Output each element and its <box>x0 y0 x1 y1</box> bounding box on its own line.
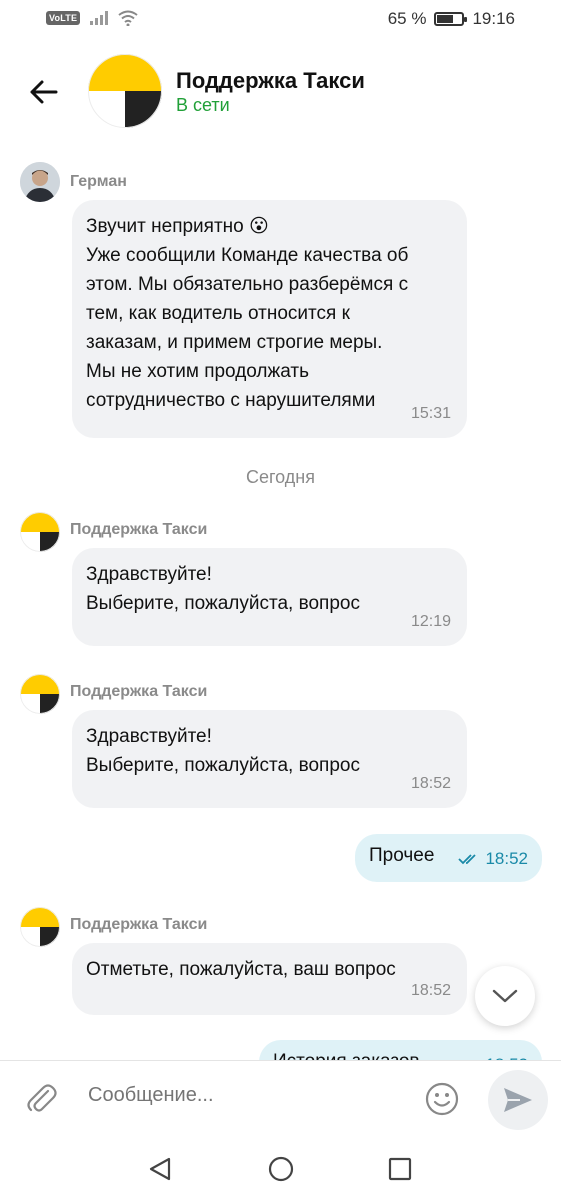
message-line: тем, как водитель относится к <box>86 303 350 324</box>
chevron-down-icon <box>492 989 518 1003</box>
online-status: В сети <box>176 95 230 115</box>
message-line: Выберите, пожалуйста, вопрос <box>86 755 360 776</box>
message-composer <box>0 1060 561 1139</box>
person-photo-icon <box>20 162 60 202</box>
wifi-icon <box>118 10 138 26</box>
message-line: Отметьте, пожалуйста, ваш вопрос <box>86 959 396 980</box>
sender-name: Поддержка Такси <box>70 683 208 700</box>
back-arrow-icon[interactable] <box>26 74 62 110</box>
taxi-support-avatar <box>20 907 60 947</box>
volte-icon: VoLTE <box>46 11 81 25</box>
message-bubble: Отметьте, пожалуйста, ваш вопрос 18:52 <box>72 943 467 1015</box>
message-line: Выберите, пожалуйста, вопрос <box>86 593 360 614</box>
message-input[interactable] <box>86 1083 390 1108</box>
message-bubble: Здравствуйте! Выберите, пожалуйста, вопр… <box>72 710 467 808</box>
nav-back-icon[interactable] <box>147 1156 173 1182</box>
read-checks-icon <box>458 854 476 865</box>
message-line: Здравствуйте! <box>86 726 212 747</box>
message-time: 18:52 <box>410 775 451 792</box>
message-line: Здравствуйте! <box>86 564 212 585</box>
taxi-support-avatar <box>20 512 60 552</box>
message-line: Уже сообщили Команде качества об <box>86 245 409 266</box>
outgoing-text: Прочее <box>369 845 435 866</box>
nav-home-icon[interactable] <box>268 1156 294 1182</box>
message-time: 18:52 <box>485 849 528 868</box>
taxi-support-avatar <box>88 54 162 128</box>
message-line: этом. Мы обязательно разберёмся с <box>86 274 409 295</box>
send-icon <box>504 1088 532 1112</box>
sender-name: Поддержка Такси <box>70 521 208 538</box>
send-button[interactable] <box>488 1070 548 1130</box>
message-time: 18:52 <box>410 982 451 999</box>
nav-recent-icon[interactable] <box>388 1157 412 1181</box>
system-nav-bar <box>0 1140 561 1200</box>
message-time: 15:31 <box>410 405 451 422</box>
message-bubble: Здравствуйте! Выберите, пожалуйста, вопр… <box>72 548 467 646</box>
message-line: сотрудничество с нарушителями <box>86 390 376 411</box>
battery-percent: 65 % <box>387 9 427 28</box>
clock: 19:16 <box>472 9 515 28</box>
sender-name: Поддержка Такси <box>70 916 208 933</box>
message-bubble: Звучит неприятно 😮 Уже сообщили Команде … <box>72 200 467 438</box>
date-divider: Сегодня <box>246 467 315 487</box>
message-line: Звучит неприятно 😮 <box>86 216 269 237</box>
battery-icon <box>434 12 468 26</box>
sender-name: Герман <box>70 173 127 190</box>
message-time: 12:19 <box>410 613 451 630</box>
scroll-down-button[interactable] <box>475 966 535 1026</box>
status-bar: VoLTE 65 % 19:16 <box>0 0 561 40</box>
agent-avatar <box>20 162 60 202</box>
outgoing-bubble: Прочее 18:52 <box>355 834 542 882</box>
attach-icon[interactable] <box>24 1081 58 1115</box>
emoji-icon[interactable] <box>424 1081 460 1117</box>
message-line: Мы не хотим продолжать <box>86 361 309 382</box>
signal-icon <box>90 11 109 25</box>
message-line: заказам, и примем строгие меры. <box>86 332 383 353</box>
taxi-support-avatar <box>20 674 60 714</box>
chat-header: Поддержка Такси В сети <box>0 50 561 140</box>
chat-title: Поддержка Такси <box>176 68 365 93</box>
